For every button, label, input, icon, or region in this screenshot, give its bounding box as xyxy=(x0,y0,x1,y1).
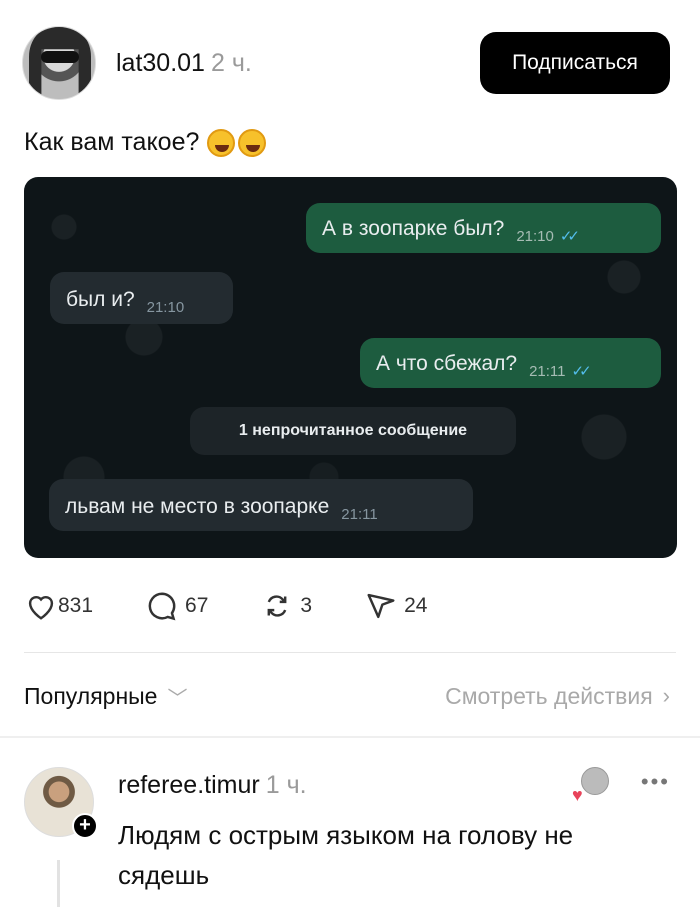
message-text: А в зоопарке был? xyxy=(322,217,505,240)
repost-button[interactable]: 3 xyxy=(260,591,312,621)
comment-author[interactable]: referee.timur 1 ч. xyxy=(118,771,307,800)
post-action-bar: 831 67 3 24 xyxy=(24,588,479,624)
rofl-emoji-icon xyxy=(238,128,267,157)
post-time: 2 ч. xyxy=(210,48,252,77)
liked-by-author-avatar xyxy=(581,767,609,795)
sort-label: Популярные xyxy=(24,682,158,709)
section-divider xyxy=(0,736,700,738)
message-bubble-outgoing: А в зоопарке был? 21:10 ✓✓ xyxy=(306,203,661,253)
heart-icon xyxy=(28,595,54,620)
comment-text: Людям с острым языком на голову не сядеш… xyxy=(118,820,574,890)
message-time: 21:11 xyxy=(529,362,566,380)
follow-button[interactable]: Подписаться xyxy=(480,32,670,94)
comment-icon xyxy=(148,592,176,621)
divider xyxy=(24,652,676,653)
message-text: львам не место в зоопарке xyxy=(65,495,330,518)
chevron-right-icon: › xyxy=(662,683,670,708)
share-count: 24 xyxy=(404,594,428,617)
comment-button[interactable]: 67 xyxy=(145,591,208,621)
message-time: 21:10 xyxy=(146,299,185,316)
message-text: А что сбежал? xyxy=(376,352,518,375)
view-activity-label: Смотреть действия xyxy=(445,682,653,709)
unread-banner: 1 непрочитанное сообщение xyxy=(190,407,516,455)
message-meta: 21:10 ✓✓ xyxy=(516,227,580,253)
heart-icon: ♥ xyxy=(572,785,583,805)
post-text: Как вам такое? xyxy=(24,128,267,157)
follow-plus-icon[interactable]: + xyxy=(72,813,98,839)
chat-screenshot-image[interactable]: А в зоопарке был? 21:10 ✓✓ был и? 21:10 … xyxy=(24,177,677,558)
double-check-icon: ✓✓ xyxy=(559,228,580,245)
comment-count: 67 xyxy=(185,594,209,617)
commenter-name[interactable]: referee.timur xyxy=(118,771,260,799)
double-check-icon: ✓✓ xyxy=(571,363,592,380)
sort-dropdown[interactable]: Популярные ﹀ xyxy=(24,682,187,711)
message-bubble-incoming: был и? 21:10 xyxy=(50,272,233,324)
author-avatar[interactable] xyxy=(22,26,96,100)
repost-icon xyxy=(267,595,287,617)
like-count: 831 xyxy=(58,594,94,617)
send-icon xyxy=(367,593,395,619)
message-time: 21:10 xyxy=(516,227,554,245)
message-time: 21:11 xyxy=(341,506,378,523)
like-button[interactable]: 831 xyxy=(24,591,93,621)
message-text: был и? xyxy=(66,288,135,311)
view-activity-link[interactable]: Смотреть действия › xyxy=(445,683,670,710)
avatar-hair xyxy=(29,27,91,99)
post-header: lat30.01 2 ч. Подписаться xyxy=(22,25,670,101)
message-bubble-outgoing: А что сбежал? 21:11 ✓✓ xyxy=(360,338,661,388)
message-meta: 21:10 xyxy=(147,299,185,324)
message-bubble-incoming: львам не место в зоопарке 21:11 xyxy=(49,479,473,531)
rofl-emoji-icon xyxy=(207,128,236,157)
avatar-glasses xyxy=(41,51,79,63)
repost-count: 3 xyxy=(300,594,313,617)
comment-time: 1 ч. xyxy=(265,771,307,799)
post-caption: Как вам такое? xyxy=(24,128,200,156)
share-button[interactable]: 24 xyxy=(364,591,427,621)
more-options-icon[interactable]: ••• xyxy=(641,769,670,795)
message-meta: 21:11 ✓✓ xyxy=(529,362,592,388)
chevron-down-icon: ﹀ xyxy=(167,687,188,710)
thread-line xyxy=(57,860,60,907)
author-name[interactable]: lat30.01 xyxy=(116,49,205,77)
post-author[interactable]: lat30.01 2 ч. xyxy=(116,49,252,78)
comments-sort-row: Популярные ﹀ Смотреть действия › xyxy=(24,678,670,714)
message-meta: 21:11 xyxy=(341,506,377,531)
